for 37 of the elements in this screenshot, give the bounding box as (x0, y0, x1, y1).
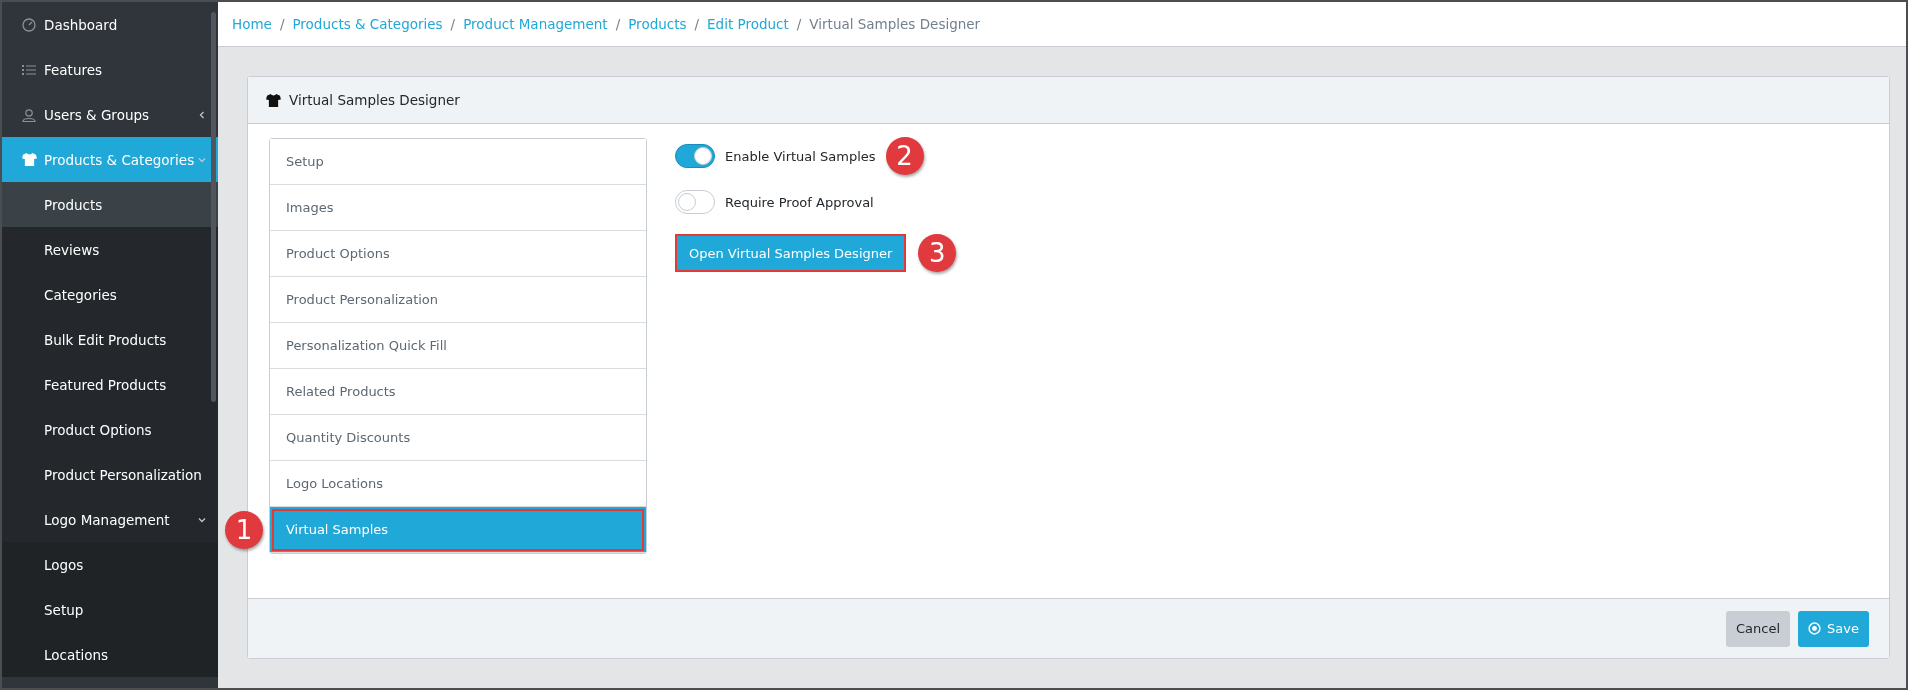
tshirt-icon (266, 93, 281, 107)
toggle-switch[interactable] (675, 190, 715, 214)
card-title: Virtual Samples Designer (289, 92, 460, 108)
sidebar-item[interactable]: Categories (2, 272, 218, 317)
gauge-icon (22, 17, 36, 32)
sidebar-item[interactable]: Setup (2, 587, 218, 632)
sidebar-item[interactable]: Locations (2, 632, 218, 677)
cancel-button[interactable]: Cancel (1726, 610, 1791, 647)
chevron-down-icon (198, 515, 206, 524)
radio-circle-icon (1808, 622, 1822, 635)
breadcrumb-page-title: Virtual Samples Designer (809, 16, 981, 32)
sidebar-item[interactable]: Bulk Edit Products (2, 317, 218, 362)
sidebar-item[interactable]: Products (2, 182, 218, 227)
breadcrumb-separator: / (279, 16, 285, 32)
callout-number: 1 (225, 511, 263, 549)
toggle-label: Enable Virtual Samples (725, 148, 876, 164)
callout-number: 3 (918, 234, 957, 272)
sidebar-item[interactable]: Product Personalization (2, 452, 218, 497)
sidebar-item[interactable]: Logos (2, 542, 218, 587)
chevron-down-icon (198, 155, 206, 164)
breadcrumb-separator: / (450, 16, 456, 32)
scrollbar-thumb[interactable] (211, 12, 216, 402)
tab[interactable]: Setup (270, 139, 646, 185)
toggle-switch[interactable] (675, 144, 715, 168)
sidebar-item[interactable]: Logo Management (2, 497, 218, 542)
list-icon (22, 63, 36, 76)
sidebar-item[interactable]: Product Options (2, 407, 218, 452)
breadcrumb-separator: / (796, 16, 802, 32)
toggle-label: Require Proof Approval (725, 194, 874, 210)
breadcrumb-separator: / (694, 16, 700, 32)
sidebar-item[interactable]: Featured Products (2, 362, 218, 407)
breadcrumb-separator: / (615, 16, 621, 32)
sidebar-item[interactable]: Reviews (2, 227, 218, 272)
chevron-left-icon (198, 110, 206, 119)
callout-number: 2 (885, 137, 924, 175)
user-icon (22, 107, 36, 122)
tshirt-icon (22, 153, 37, 166)
